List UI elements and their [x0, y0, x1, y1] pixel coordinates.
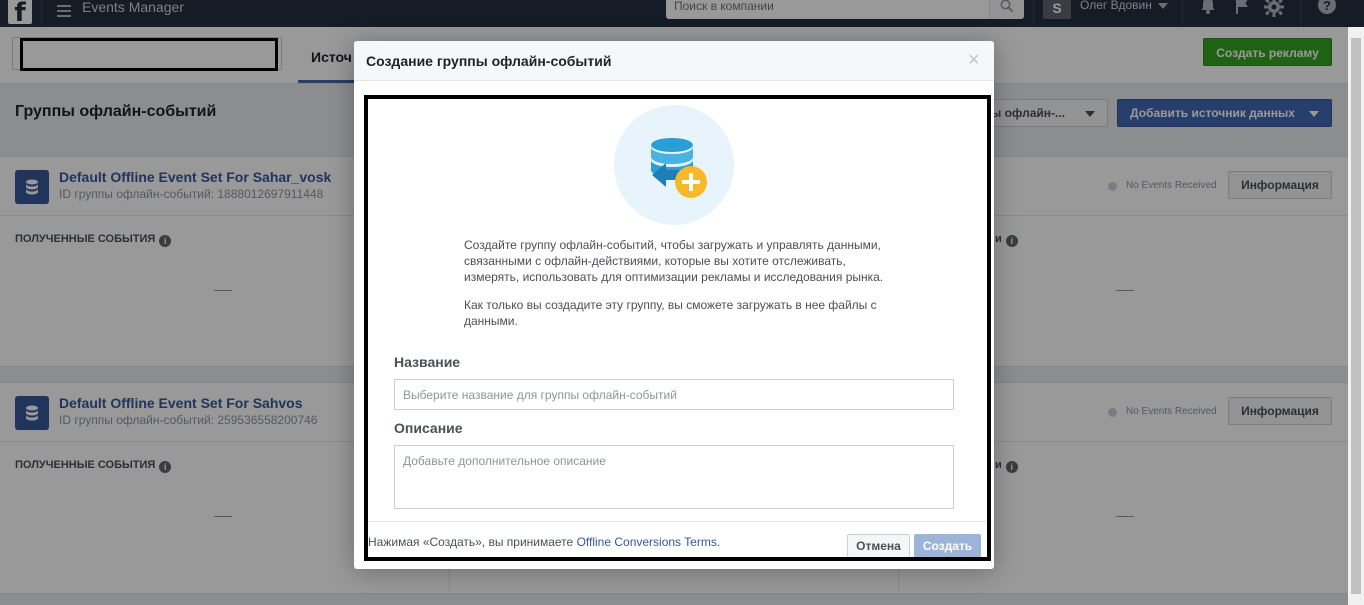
- scrollbar-thumb[interactable]: [1351, 38, 1361, 594]
- close-icon[interactable]: ×: [968, 50, 980, 70]
- dialog-header: Создание группы офлайн-событий ×: [354, 41, 994, 81]
- highlight-frame: [364, 95, 991, 561]
- dialog-title: Создание группы офлайн-событий: [366, 53, 612, 69]
